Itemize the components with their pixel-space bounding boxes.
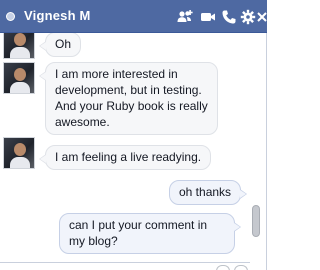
message-bubble: I am more interested in development, but… <box>39 62 218 135</box>
chat-title[interactable]: Vignesh M <box>24 8 91 23</box>
message-input[interactable] <box>4 264 204 270</box>
avatar[interactable] <box>3 62 35 94</box>
emoji-icon[interactable] <box>234 265 248 270</box>
avatar[interactable] <box>3 137 35 169</box>
message-scrollbar[interactable] <box>251 35 261 263</box>
message-text: I am more interested in development, but… <box>55 67 208 129</box>
scrollbar-thumb[interactable] <box>252 205 260 237</box>
gear-icon[interactable] <box>240 9 256 25</box>
chat-window: Vignesh M Oh I am more interested in dev… <box>0 0 267 270</box>
message-text: can I put your comment in my blog? <box>69 218 208 248</box>
message-bubble: I am feeling a live readying. <box>38 145 212 170</box>
message-bubble: Oh <box>38 33 82 57</box>
avatar[interactable] <box>3 33 35 59</box>
message-composer[interactable] <box>0 262 250 270</box>
status-indicator <box>6 12 15 21</box>
sticker-icon[interactable] <box>216 265 230 270</box>
chat-header[interactable]: Vignesh M <box>0 0 267 33</box>
phone-icon[interactable] <box>221 9 237 25</box>
message-bubble: can I put your comment in my blog? <box>59 213 241 254</box>
message-text: I am feeling a live readying. <box>55 150 202 164</box>
message-bubble: oh thanks <box>169 180 248 205</box>
video-call-icon[interactable] <box>200 9 216 25</box>
message-thread[interactable]: Oh I am more interested in development, … <box>0 33 250 263</box>
close-icon[interactable] <box>257 9 267 25</box>
message-text: oh thanks <box>179 185 232 199</box>
add-friend-icon[interactable] <box>177 9 193 25</box>
message-text: Oh <box>55 37 72 51</box>
